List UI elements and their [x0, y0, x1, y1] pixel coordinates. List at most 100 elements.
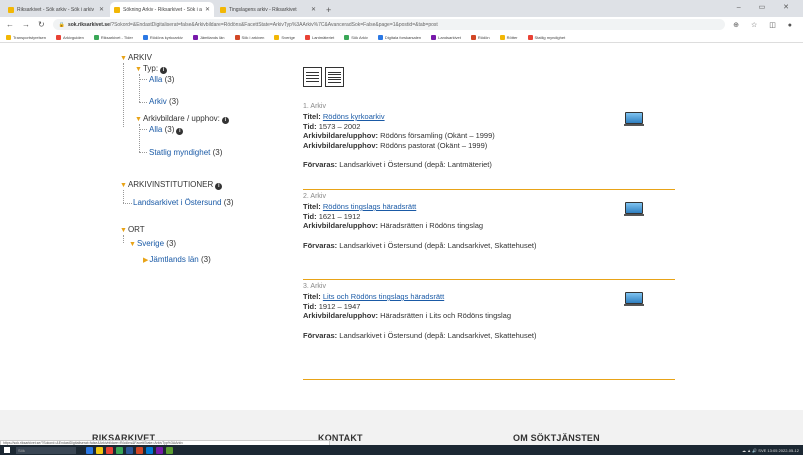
- url-input[interactable]: 🔒 sok.riksarkivet.se /?Sokord=&EndastDig…: [52, 19, 726, 30]
- facet-link[interactable]: Jämtlands län: [149, 255, 198, 264]
- facet-link[interactable]: Landsarkivet i Östersund: [133, 198, 222, 207]
- browser-tab[interactable]: Riksarkivet - Sök arkiv - Sök i arkiv ✕: [4, 2, 108, 17]
- chrome-app-icon[interactable]: [106, 446, 113, 454]
- bookmark-favicon-icon: [6, 34, 11, 40]
- facet-link[interactable]: Arkiv: [149, 97, 167, 106]
- facet-sverige[interactable]: ▼Sverige (3): [129, 239, 176, 248]
- facet-label: ORT: [127, 225, 145, 234]
- info-icon[interactable]: i: [160, 67, 168, 74]
- facet-statlig-myndighet[interactable]: Statlig myndighet (3): [149, 148, 222, 157]
- result-time: 1573 – 2002: [318, 121, 361, 131]
- system-tray[interactable]: ☁ ▲ 🔊 SVE 13:05 2022-05-12: [742, 448, 799, 453]
- bookmark-item[interactable]: Jämtlands län: [192, 34, 225, 40]
- outlook-app-icon[interactable]: [146, 446, 153, 454]
- bookmarks-bar: Transportstyrelsen Arkivguiden Riksarkivet…: [0, 32, 803, 43]
- bookmark-item[interactable]: Rötter: [499, 34, 518, 40]
- result-item: 1. Arkiv Titel: Rödöns kyrkoarkiv Tid: 1…: [303, 100, 675, 190]
- facet-typ-alla[interactable]: Alla (3): [149, 75, 174, 84]
- bookmark-item[interactable]: Sök i arkiven: [234, 34, 265, 40]
- bookmark-item[interactable]: Rödön: [470, 34, 490, 40]
- browser-tab-active[interactable]: Sökning Arkiv - Riksarkivet - Sök i arki…: [110, 2, 214, 17]
- facet-typ-heading[interactable]: ▼Typ: i: [135, 64, 168, 74]
- facet-count: (3): [223, 198, 234, 207]
- info-icon[interactable]: i: [215, 183, 223, 190]
- bookmark-favicon-icon: [93, 34, 99, 40]
- bookmark-item[interactable]: Digitala forskarsalen: [377, 34, 421, 40]
- facet-arkivbildare-heading[interactable]: ▼Arkivbildare / upphov: i: [135, 114, 229, 124]
- facet-count: (3): [164, 125, 175, 134]
- facet-link[interactable]: Statlig myndighet: [149, 148, 210, 157]
- facet-arkiv-heading[interactable]: ▼ARKIV: [120, 53, 152, 62]
- field-label: Titel:: [303, 112, 321, 121]
- bookmark-item[interactable]: Statlig myndighet: [527, 34, 566, 40]
- bookmark-item[interactable]: Arkivguiden: [55, 34, 84, 40]
- bookmark-label: Landsarkivet: [438, 34, 461, 40]
- result-title-link[interactable]: Lits och Rödöns tingslags häradsrätt: [323, 292, 444, 301]
- facet-label: ARKIV: [127, 53, 152, 62]
- field-label: Tid:: [303, 301, 317, 311]
- list-view-detailed-icon[interactable]: [303, 67, 322, 87]
- facet-typ-arkiv[interactable]: Arkiv (3): [149, 97, 179, 106]
- bookmark-item[interactable]: Riksarkivet - Tider: [93, 34, 133, 40]
- result-time: 1621 – 1912: [318, 211, 361, 221]
- bookmark-label: Statlig myndighet: [534, 34, 566, 40]
- bookmark-label: Lantmäteriet: [311, 34, 335, 40]
- new-tab-button[interactable]: +: [326, 5, 331, 15]
- bookmark-item[interactable]: Lantmäteriet: [304, 34, 335, 40]
- bookmark-label: Transportstyrelsen: [13, 34, 46, 40]
- back-arrow-icon[interactable]: ←: [6, 20, 14, 29]
- facet-arkivbildare-alla[interactable]: Alla (3) i: [149, 125, 184, 135]
- reload-icon[interactable]: ↻: [38, 20, 45, 29]
- tree-line: [123, 235, 124, 243]
- excel-app-icon[interactable]: [116, 446, 123, 454]
- facet-link[interactable]: Alla: [149, 75, 162, 84]
- result-arkivbildare: Häradsrätten i Lits och Rödöns tingslag: [380, 311, 512, 320]
- app-icon[interactable]: [166, 446, 173, 454]
- result-number: 3. Arkiv: [303, 283, 326, 290]
- close-icon[interactable]: ✕: [311, 6, 316, 13]
- result-arkivbildare: Rödöns församling (Okänt – 1999): [380, 131, 495, 140]
- close-icon[interactable]: ✕: [99, 6, 104, 13]
- facet-landsarkivet[interactable]: Landsarkivet i Östersund (3): [133, 198, 234, 207]
- bookmark-item[interactable]: Sverige: [274, 34, 295, 40]
- onenote-app-icon[interactable]: [156, 446, 163, 454]
- info-icon[interactable]: i: [221, 117, 229, 124]
- result-title-link[interactable]: Rödöns kyrkoarkiv: [323, 112, 385, 121]
- word-app-icon[interactable]: [126, 446, 133, 454]
- bookmark-label: Sök i arkiven: [241, 34, 265, 40]
- digitized-laptop-icon[interactable]: [624, 112, 644, 127]
- forward-arrow-icon[interactable]: →: [22, 20, 30, 29]
- toolbar-icons[interactable]: ⊕ ☆ ◫ ●: [733, 21, 797, 29]
- bookmark-item[interactable]: Landsarkivet: [431, 34, 461, 40]
- info-icon[interactable]: i: [176, 128, 184, 135]
- edge-app-icon[interactable]: [86, 446, 93, 454]
- bookmark-item[interactable]: Sök Arkiv: [344, 34, 368, 40]
- facet-arkivinstitutioner-heading[interactable]: ▼ARKIVINSTITUTIONER i: [120, 180, 223, 190]
- facet-link[interactable]: Sverige: [137, 239, 164, 248]
- result-title-link[interactable]: Rödöns tingslags häradsrätt: [323, 202, 416, 211]
- file-explorer-app-icon[interactable]: [96, 446, 103, 454]
- result-number: 1. Arkiv: [303, 103, 326, 110]
- windows-start-icon[interactable]: [4, 447, 10, 453]
- bookmark-item[interactable]: Rödöns kyrkoarkiv: [142, 34, 183, 40]
- tree-line: [139, 79, 147, 80]
- bookmark-label: Sverige: [281, 34, 295, 40]
- digitized-laptop-icon[interactable]: [624, 202, 644, 217]
- facet-link[interactable]: Alla: [149, 125, 162, 134]
- tree-line: [139, 129, 147, 130]
- riksarkivet-favicon-icon: [114, 6, 120, 13]
- triangle-down-icon: ▼: [120, 227, 127, 234]
- facet-jamtlands-lan[interactable]: ▶Jämtlands län (3): [143, 255, 211, 264]
- bookmark-favicon-icon: [527, 34, 533, 40]
- riksarkivet-favicon-icon: [220, 6, 226, 13]
- bookmark-item[interactable]: Transportstyrelsen: [6, 34, 46, 40]
- taskbar-search-input[interactable]: Sök: [16, 446, 76, 454]
- digitized-laptop-icon[interactable]: [624, 292, 644, 307]
- close-icon[interactable]: ✕: [205, 6, 210, 13]
- browser-tab[interactable]: Tingslagens arkiv - Riksarkivet ✕: [216, 2, 320, 17]
- list-view-compact-icon[interactable]: [325, 67, 344, 87]
- field-label: Förvaras:: [303, 160, 338, 169]
- facet-ort-heading[interactable]: ▼ORT: [120, 225, 145, 234]
- powerpoint-app-icon[interactable]: [136, 446, 143, 454]
- window-controls[interactable]: – ▭ ✕: [737, 3, 797, 11]
